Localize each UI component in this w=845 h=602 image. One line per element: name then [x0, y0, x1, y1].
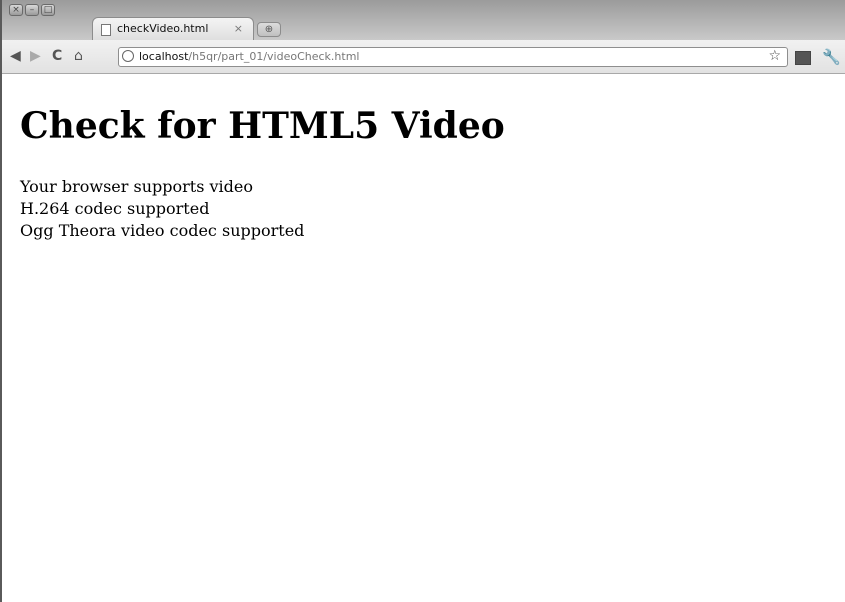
navigation-toolbar: ◀ ▶ C ⌂ localhost/h5qr/part_01/videoChec…	[2, 40, 845, 74]
close-window-button[interactable]: ×	[9, 4, 23, 16]
h264-support-message: H.264 codec supported	[20, 199, 210, 218]
forward-button[interactable]: ▶	[30, 48, 41, 64]
maximize-window-button[interactable]: □	[41, 4, 55, 16]
support-messages: Your browser supports video H.264 codec …	[20, 176, 304, 242]
bookmark-star-icon[interactable]: ☆	[768, 48, 781, 64]
video-support-message: Your browser supports video	[20, 177, 253, 196]
page-icon	[101, 24, 111, 36]
title-bar: × – □ checkVideo.html × ⊕	[2, 0, 845, 41]
url-text: localhost/h5qr/part_01/videoCheck.html	[139, 50, 359, 63]
new-tab-button[interactable]: ⊕	[257, 22, 281, 37]
close-tab-icon[interactable]: ×	[234, 22, 243, 35]
url-path: /h5qr/part_01/videoCheck.html	[188, 50, 360, 63]
url-host: localhost	[139, 50, 189, 63]
browser-window: × – □ checkVideo.html × ⊕ ◀ ▶ C ⌂ localh…	[0, 0, 845, 602]
tab-title: checkVideo.html	[117, 22, 209, 35]
globe-icon	[122, 50, 134, 62]
page-heading: Check for HTML5 Video	[20, 105, 505, 147]
extension-icon[interactable]	[795, 51, 811, 65]
theora-support-message: Ogg Theora video codec supported	[20, 221, 305, 240]
minimize-window-button[interactable]: –	[25, 4, 39, 16]
page-content: Check for HTML5 Video Your browser suppo…	[4, 74, 845, 602]
tab-checkvideo[interactable]: checkVideo.html ×	[92, 17, 254, 41]
address-bar[interactable]: localhost/h5qr/part_01/videoCheck.html ☆	[118, 47, 788, 67]
wrench-menu-icon[interactable]: 🔧	[822, 48, 841, 66]
back-button[interactable]: ◀	[10, 48, 21, 64]
reload-button[interactable]: C	[52, 48, 62, 64]
home-button[interactable]: ⌂	[74, 48, 83, 64]
